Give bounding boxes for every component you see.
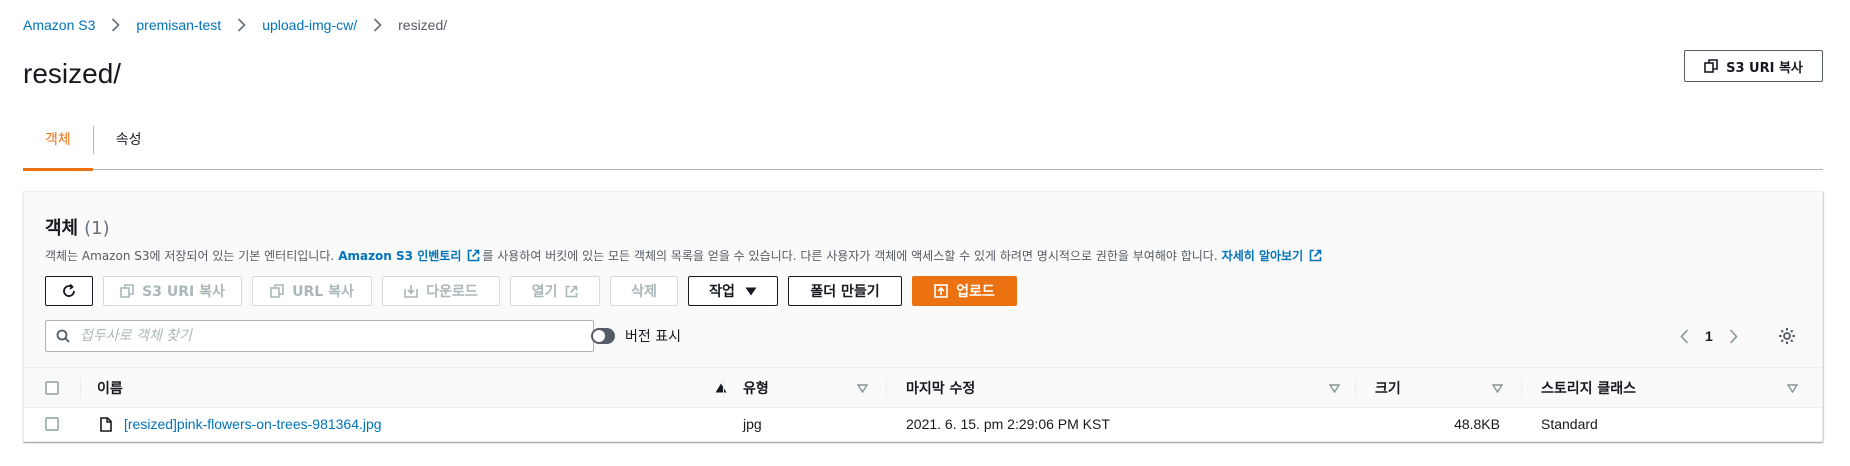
refresh-icon	[61, 283, 77, 299]
chevron-left-icon[interactable]	[1680, 328, 1689, 344]
column-last-modified-label: 마지막 수정	[906, 381, 976, 397]
download-button[interactable]: 다운로드	[382, 276, 500, 306]
sort-icon	[1787, 383, 1798, 393]
upload-button[interactable]: 업로드	[912, 276, 1017, 306]
page-number[interactable]: 1	[1705, 328, 1713, 344]
download-icon	[404, 284, 419, 298]
inventory-link-text: Amazon S3 인벤토리	[338, 249, 462, 263]
column-storage-class-label: 스토리지 클래스	[1541, 381, 1637, 397]
copy-s3-uri-button[interactable]: S3 URI 복사	[1684, 50, 1823, 82]
objects-panel-header: 객체 (1) 객체는 Amazon S3에 저장되어 있는 기본 엔터티입니다. …	[24, 192, 1822, 368]
copy-icon	[270, 284, 284, 298]
column-separator	[886, 378, 887, 398]
search-icon	[56, 329, 70, 343]
description-prefix: 객체는 Amazon S3에 저장되어 있는 기본 엔터티입니다.	[45, 249, 335, 263]
row-checkbox[interactable]	[45, 417, 59, 431]
delete-button[interactable]: 삭제	[610, 276, 678, 306]
column-header-storage-class[interactable]: 스토리지 클래스	[1521, 368, 1811, 408]
chevron-right-icon	[111, 18, 121, 32]
pagination: 1	[1680, 320, 1796, 352]
external-link-icon	[1309, 249, 1322, 262]
learn-more-text: 자세히 알아보기	[1221, 249, 1304, 263]
copy-url-button[interactable]: URL 복사	[252, 276, 372, 306]
description-middle: 를 사용하여 버킷에 있는 모든 객체의 목록을 얻을 수 있습니다. 다른 사…	[482, 249, 1218, 263]
tab-bar: 객체 속성	[23, 120, 1823, 171]
objects-title: 객체 (1)	[45, 214, 110, 240]
actions-label: 작업	[709, 284, 735, 300]
open-button[interactable]: 열기	[510, 276, 600, 306]
column-type-label: 유형	[743, 381, 769, 397]
column-header-last-modified[interactable]: 마지막 수정	[886, 368, 1354, 408]
page-title: resized/	[23, 58, 122, 89]
sort-icon	[1329, 383, 1340, 393]
column-header-type[interactable]: 유형	[723, 368, 885, 408]
column-separator	[723, 378, 724, 398]
actions-dropdown-button[interactable]: 작업	[688, 276, 778, 306]
breadcrumb-item-amazon-s3[interactable]: Amazon S3	[23, 17, 95, 33]
column-separator	[1355, 378, 1356, 398]
external-link-icon	[565, 285, 578, 298]
sort-icon	[1492, 383, 1503, 393]
row-storage-class-cell: Standard	[1541, 416, 1598, 432]
column-header-name[interactable]: 이름	[80, 368, 730, 408]
objects-description: 객체는 Amazon S3에 저장되어 있는 기본 엔터티입니다. Amazon…	[45, 247, 1324, 264]
download-label: 다운로드	[426, 284, 478, 300]
breadcrumb-current: resized/	[398, 17, 448, 33]
copy-s3-uri-label: S3 URI 복사	[1726, 60, 1803, 76]
row-last-modified-cell: 2021. 6. 15. pm 2:29:06 PM KST	[906, 416, 1110, 432]
column-size-label: 크기	[1375, 381, 1401, 397]
upload-icon	[934, 284, 948, 298]
learn-more-link[interactable]: 자세히 알아보기	[1222, 247, 1324, 264]
inventory-link[interactable]: Amazon S3 인벤토리	[338, 247, 482, 264]
external-link-icon	[467, 249, 480, 262]
breadcrumb: Amazon S3 premisan-test upload-img-cw/ r…	[23, 17, 447, 33]
show-versions-label: 버전 표시	[625, 329, 681, 345]
objects-title-text: 객체	[45, 218, 79, 239]
column-separator	[80, 378, 81, 398]
search-box	[45, 320, 594, 352]
copy-s3-uri-action-label: S3 URI 복사	[142, 284, 225, 300]
chevron-right-icon[interactable]	[1729, 328, 1738, 344]
breadcrumb-item-folder[interactable]: upload-img-cw/	[262, 17, 357, 33]
chevron-right-icon	[373, 18, 382, 32]
caret-down-icon	[745, 287, 757, 296]
select-all-cell	[45, 368, 59, 408]
column-header-size[interactable]: 크기	[1355, 368, 1520, 408]
row-checkbox-cell	[45, 408, 59, 440]
search-input[interactable]	[80, 328, 560, 344]
copy-icon	[120, 284, 134, 298]
create-folder-button[interactable]: 폴더 만들기	[788, 276, 902, 306]
row-type-cell: jpg	[743, 416, 762, 432]
objects-actions: S3 URI 복사 URL 복사 다운로드 열기 삭제 작업 폴더 만들기 업로…	[45, 276, 1017, 306]
upload-label: 업로드	[956, 284, 995, 300]
file-icon	[100, 416, 112, 432]
object-name-link[interactable]: [resized]pink-flowers-on-trees-981364.jp…	[124, 416, 382, 432]
sort-icon	[857, 383, 868, 393]
row-name-cell: [resized]pink-flowers-on-trees-981364.jp…	[100, 408, 382, 440]
table-header: 이름 유형 마지막 수정 크기 스토리지 클래스	[24, 368, 1822, 408]
tab-objects[interactable]: 객체	[23, 120, 93, 171]
gear-icon[interactable]	[1778, 327, 1796, 345]
copy-s3-uri-action-button[interactable]: S3 URI 복사	[103, 276, 242, 306]
tab-properties[interactable]: 속성	[94, 120, 164, 170]
column-separator	[1521, 378, 1522, 398]
column-name-label: 이름	[97, 381, 123, 397]
refresh-button[interactable]	[45, 276, 93, 306]
copy-url-label: URL 복사	[292, 284, 354, 300]
row-size-cell: 48.8KB	[1454, 416, 1500, 432]
show-versions-toggle[interactable]	[591, 328, 615, 344]
select-all-checkbox[interactable]	[45, 381, 59, 395]
objects-count: (1)	[84, 218, 110, 239]
table-row[interactable]: [resized]pink-flowers-on-trees-981364.jp…	[24, 408, 1822, 440]
objects-panel: 객체 (1) 객체는 Amazon S3에 저장되어 있는 기본 엔터티입니다. …	[23, 191, 1823, 442]
breadcrumb-item-bucket[interactable]: premisan-test	[136, 17, 221, 33]
show-versions-toggle-group: 버전 표시	[591, 326, 681, 346]
copy-icon	[1704, 59, 1718, 73]
chevron-right-icon	[237, 18, 246, 32]
open-label: 열기	[531, 284, 558, 300]
